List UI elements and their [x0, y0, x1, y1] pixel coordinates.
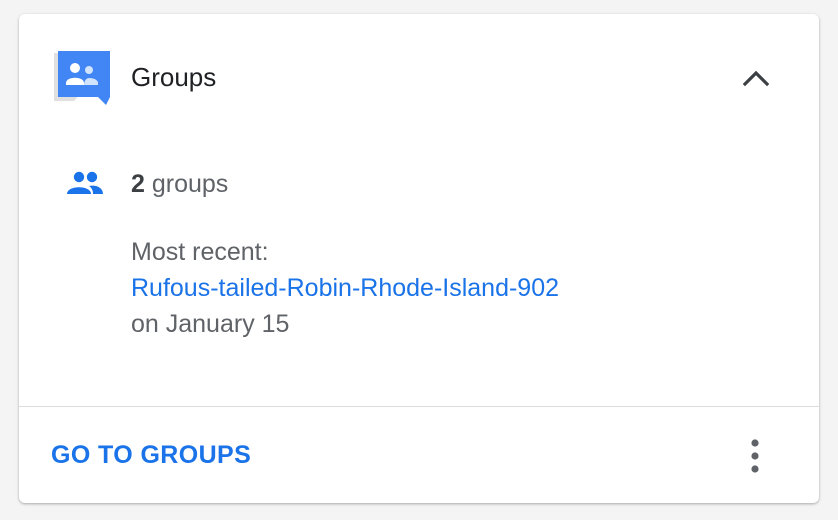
most-recent-label: Most recent:	[131, 238, 269, 266]
groups-count: 2 groups	[131, 168, 228, 200]
more-options-button[interactable]	[735, 434, 775, 478]
most-recent-date: on January 15	[131, 310, 290, 338]
go-to-groups-button[interactable]: GO TO GROUPS	[51, 439, 251, 471]
card-title: Groups	[131, 62, 217, 92]
most-recent-group-link[interactable]: Rufous-tailed-Robin-Rhode-Island-902	[131, 272, 559, 304]
google-groups-logo-icon	[54, 51, 110, 107]
groups-card: Groups 2 groups Most recent: Rufous-tail…	[19, 14, 819, 503]
groups-count-number: 2	[131, 170, 145, 198]
groups-count-suffix: groups	[144, 170, 229, 198]
chevron-up-icon	[742, 70, 770, 87]
people-icon	[65, 170, 105, 198]
more-vert-icon	[751, 439, 759, 473]
footer-divider	[19, 406, 819, 407]
collapse-button[interactable]	[736, 60, 776, 96]
